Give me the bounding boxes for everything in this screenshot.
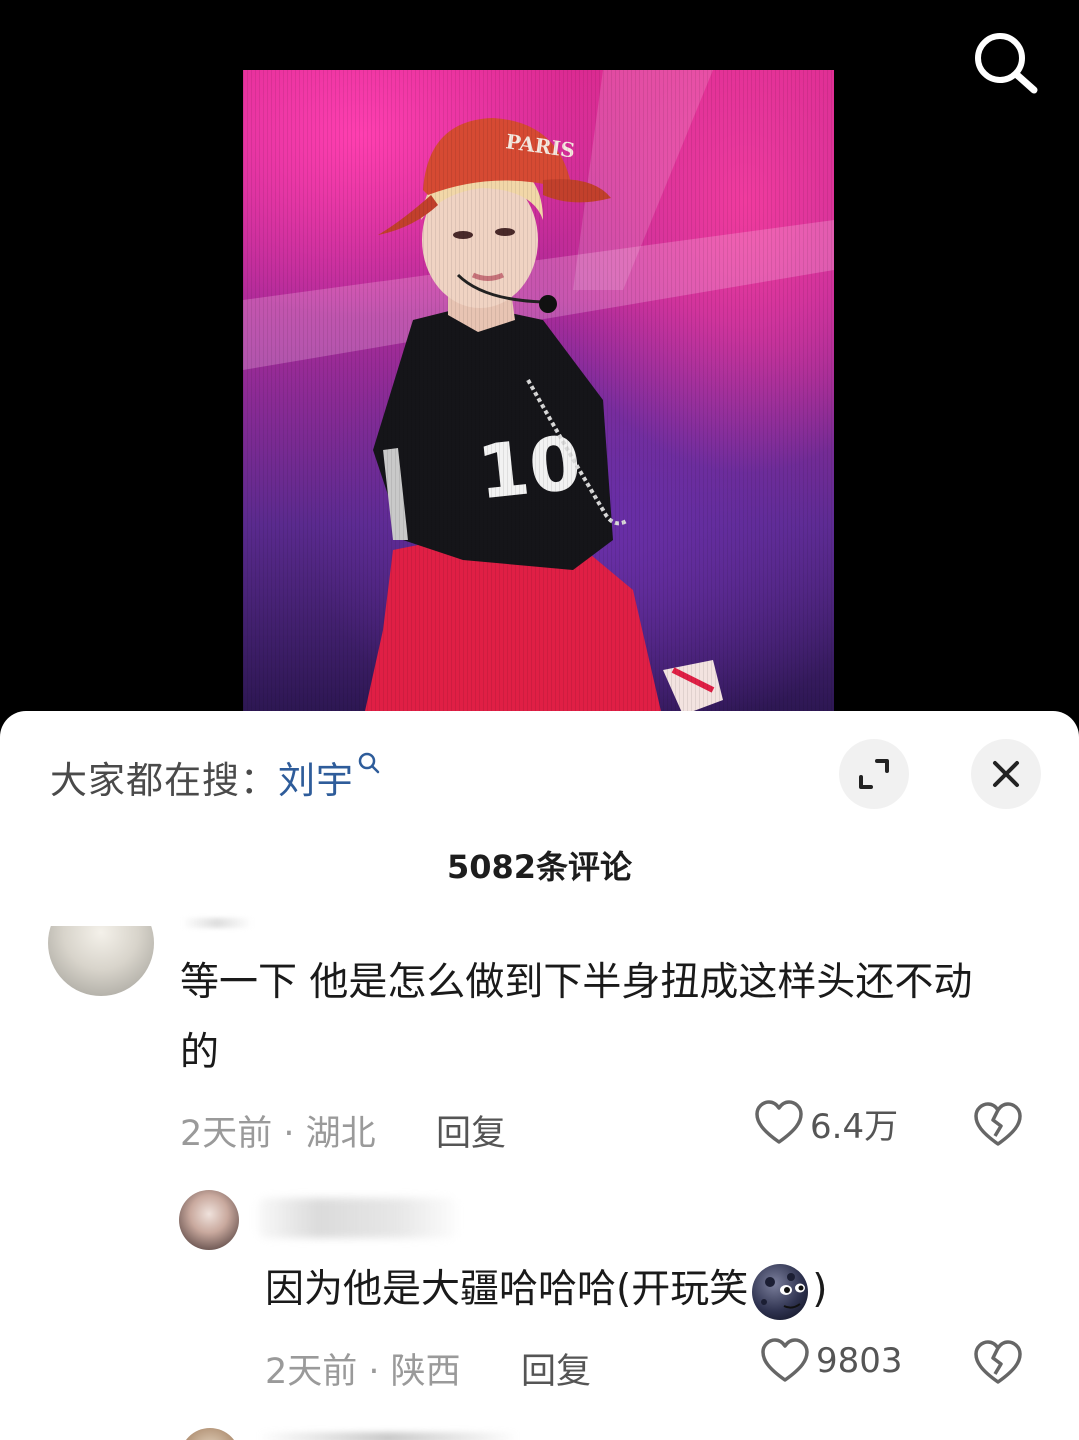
comment-text-part: ) xyxy=(812,1267,828,1312)
close-icon xyxy=(993,761,1019,787)
close-button[interactable] xyxy=(971,739,1041,809)
blurred-username xyxy=(182,918,252,928)
avatar[interactable] xyxy=(179,1190,239,1250)
dislike-button[interactable] xyxy=(973,1100,1023,1150)
heart-icon xyxy=(761,1338,809,1382)
reply-button[interactable]: 回复 xyxy=(521,1343,591,1394)
like-button[interactable]: 9803 xyxy=(760,1336,903,1386)
trending-search-banner[interactable]: 大家都在搜：刘宇 xyxy=(50,750,382,804)
screen: 10 PARIS 大家都 xyxy=(0,0,1079,1440)
search-button[interactable] xyxy=(970,28,1042,96)
trending-term-link[interactable]: 刘宇 xyxy=(278,759,354,802)
broken-heart-icon xyxy=(974,1340,1022,1384)
trending-prefix: 大家都在搜： xyxy=(50,759,278,802)
expand-icon xyxy=(859,759,889,789)
video-player[interactable]: 10 PARIS xyxy=(243,70,834,720)
comment-time-location: 2天前 · 湖北 xyxy=(180,1114,376,1154)
like-button[interactable]: 6.4万 xyxy=(754,1098,898,1148)
dislike-button[interactable] xyxy=(973,1338,1023,1388)
blurred-username xyxy=(258,1432,518,1440)
comment-text: 因为他是大疆哈哈哈(开玩笑 ) xyxy=(265,1255,1025,1325)
scroll-clip xyxy=(0,880,300,926)
broken-heart-icon xyxy=(974,1102,1022,1146)
small-search-icon xyxy=(358,752,380,774)
like-count: 9803 xyxy=(816,1341,903,1381)
heart-icon xyxy=(755,1100,803,1144)
blurred-username xyxy=(258,1198,458,1238)
comment-time-location: 2天前 · 陕西 xyxy=(265,1352,461,1392)
like-count: 6.4万 xyxy=(810,1106,899,1147)
comment-text-part: 因为他是大疆哈哈哈(开玩笑 xyxy=(265,1267,749,1312)
reply-button[interactable]: 回复 xyxy=(436,1105,506,1156)
new-moon-face-emoji xyxy=(752,1263,809,1320)
search-icon xyxy=(975,33,1038,94)
expand-button[interactable] xyxy=(839,739,909,809)
comment-text: 等一下 他是怎么做到下半身扭成这样头还不动的 xyxy=(180,960,973,1075)
